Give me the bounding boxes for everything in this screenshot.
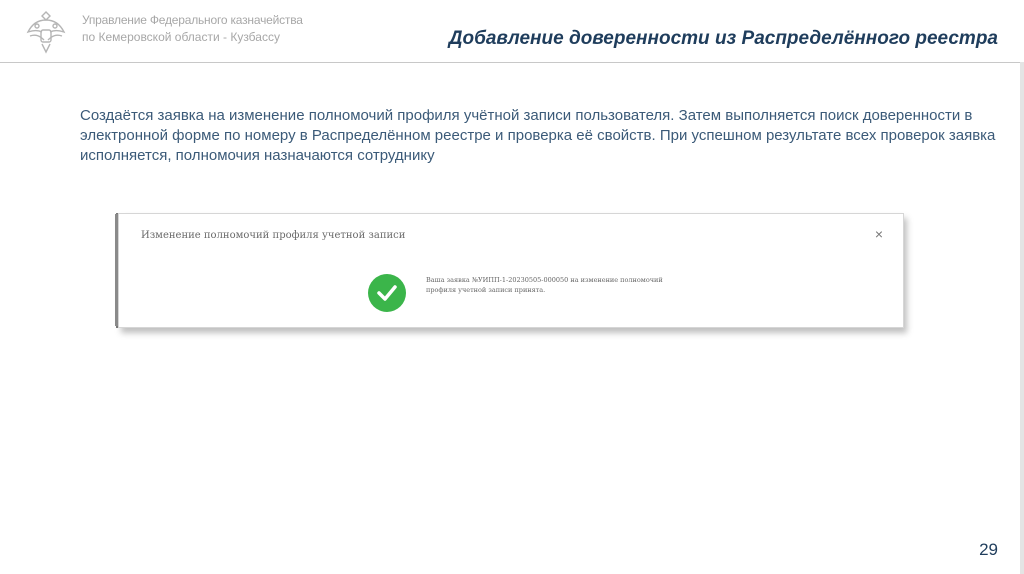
org-line-1: Управление Федерального казначейства (82, 13, 303, 27)
emblem-icon (22, 6, 70, 56)
dialog-message: Ваша заявка №УИПП-1-20230505-000050 на и… (426, 276, 663, 294)
org-line-2: по Кемеровской области - Кузбассу (82, 30, 280, 44)
slide: Управление Федерального казначейства по … (0, 0, 1024, 574)
slide-title: Добавление доверенности из Распределённо… (448, 28, 998, 49)
success-check-icon (368, 274, 406, 312)
dialog-title: Изменение полномочий профиля учетной зап… (141, 230, 406, 241)
screenshot-edge (115, 214, 118, 326)
header-divider (0, 62, 1024, 63)
description-text: Создаётся заявка на изменение полномочий… (80, 107, 996, 164)
organization-name: Управление Федерального казначейства по … (82, 12, 303, 46)
header: Управление Федерального казначейства по … (0, 0, 1024, 62)
right-border (1020, 62, 1024, 574)
close-icon[interactable]: × (875, 226, 883, 242)
page-number: 29 (979, 540, 998, 559)
dialog-screenshot: Изменение полномочий профиля учетной зап… (115, 213, 904, 328)
